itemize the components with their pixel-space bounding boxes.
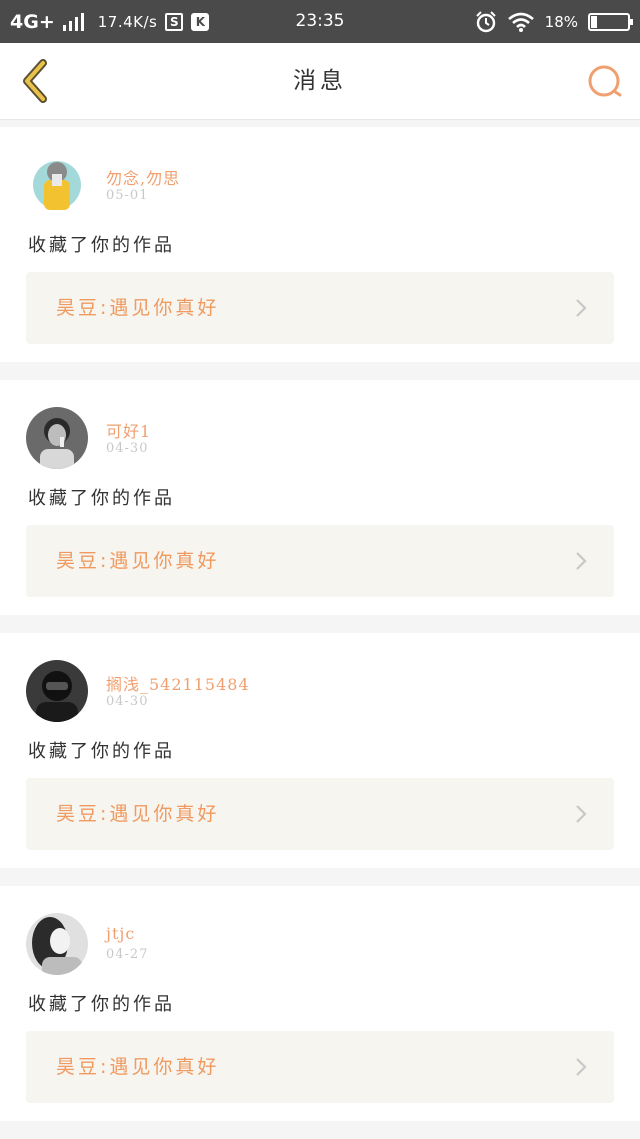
username[interactable]: 可好1: [106, 418, 151, 442]
message-item: jtjc 04-27 收藏了你的作品 昊豆:遇见你真好: [0, 886, 640, 1121]
page-title: 消息: [293, 68, 347, 94]
search-icon: [588, 65, 622, 97]
battery-icon: [588, 12, 633, 31]
action-text: 收藏了你的作品: [28, 488, 175, 509]
work-title: 昊豆:遇见你真好: [56, 1056, 220, 1078]
status-bar: 23:35 4G+ 17.4K/s S K 18%: [0, 0, 640, 43]
header-bar: 消息: [0, 43, 640, 120]
signal-icon: [62, 12, 84, 31]
chevron-right-icon: [576, 552, 587, 570]
message-date: 04-27: [106, 947, 149, 962]
chevron-right-icon: [576, 805, 587, 823]
network-type: 4G+: [10, 10, 55, 33]
battery-percent: 18%: [544, 12, 578, 31]
message-date: 05-01: [106, 188, 149, 203]
work-title: 昊豆:遇见你真好: [56, 550, 220, 572]
action-text: 收藏了你的作品: [28, 994, 175, 1015]
work-title: 昊豆:遇见你真好: [56, 297, 220, 319]
work-link[interactable]: 昊豆:遇见你真好: [26, 778, 614, 850]
avatar[interactable]: [26, 154, 88, 216]
work-link[interactable]: 昊豆:遇见你真好: [26, 1031, 614, 1103]
message-date: 04-30: [106, 441, 149, 456]
wifi-icon: [507, 12, 534, 32]
action-text: 收藏了你的作品: [28, 741, 175, 762]
message-item: 勿念,勿思 05-01 收藏了你的作品 昊豆:遇见你真好: [0, 127, 640, 362]
message-date: 04-30: [106, 694, 149, 709]
message-item: 搁浅_542115484 04-30 收藏了你的作品 昊豆:遇见你真好: [0, 633, 640, 868]
k-app-icon: K: [191, 12, 210, 31]
username[interactable]: 勿念,勿思: [106, 165, 180, 189]
work-title: 昊豆:遇见你真好: [56, 803, 220, 825]
chevron-right-icon: [576, 1058, 587, 1076]
work-link[interactable]: 昊豆:遇见你真好: [26, 272, 614, 344]
username[interactable]: 搁浅_542115484: [106, 671, 250, 695]
avatar[interactable]: [26, 407, 88, 469]
action-text: 收藏了你的作品: [28, 235, 175, 256]
message-list: 勿念,勿思 05-01 收藏了你的作品 昊豆:遇见你真好 可好1 04-30 收…: [0, 127, 640, 1139]
avatar[interactable]: [26, 913, 88, 975]
chevron-left-icon: [23, 59, 47, 103]
username[interactable]: jtjc: [106, 924, 135, 943]
search-button[interactable]: [584, 61, 626, 103]
work-link[interactable]: 昊豆:遇见你真好: [26, 525, 614, 597]
s-app-icon: S: [165, 12, 184, 31]
chevron-right-icon: [576, 299, 587, 317]
back-button[interactable]: [14, 57, 54, 105]
alarm-icon: [475, 10, 496, 32]
avatar[interactable]: [26, 660, 88, 722]
message-item: 可好1 04-30 收藏了你的作品 昊豆:遇见你真好: [0, 380, 640, 615]
network-speed: 17.4K/s: [97, 12, 158, 31]
